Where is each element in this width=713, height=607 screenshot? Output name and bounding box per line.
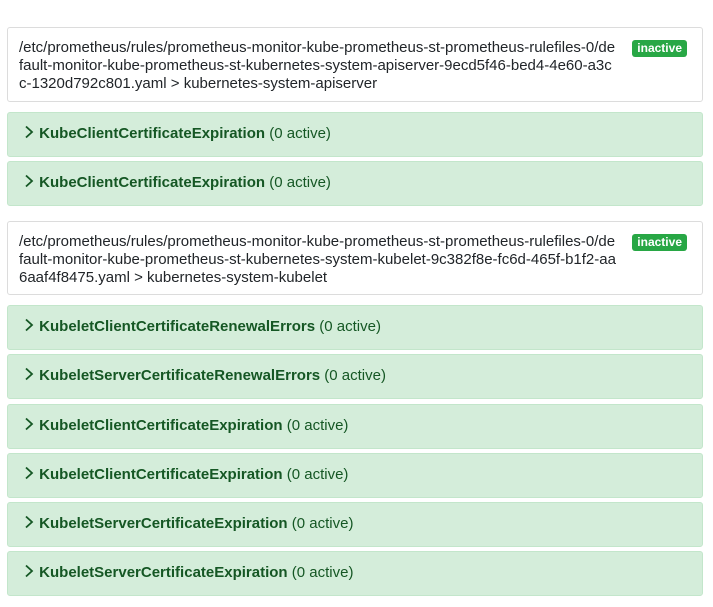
- chevron-right-icon: [25, 564, 34, 578]
- alert-rule-active-count: (0 active): [286, 417, 349, 434]
- alert-rule-active-count: (0 active): [269, 174, 331, 191]
- alert-rule-active-count: (0 active): [324, 367, 386, 384]
- chevron-right-icon: [25, 466, 34, 480]
- rule-file-path: /etc/prometheus/rules/prometheus-monitor…: [19, 39, 616, 92]
- alert-rule-name: KubeletClientCertificateExpiration: [39, 466, 283, 483]
- alert-rule-row[interactable]: KubeletServerCertificateRenewalErrors (0…: [7, 354, 703, 399]
- alert-rule-name: KubeClientCertificateExpiration: [39, 125, 266, 142]
- rule-group-header: /etc/prometheus/rules/prometheus-monitor…: [7, 221, 703, 295]
- alert-rule-name: KubeletClientCertificateRenewalErrors: [39, 318, 316, 335]
- alert-rule-row[interactable]: KubeletServerCertificateExpiration (0 ac…: [7, 502, 703, 547]
- rule-file-path: /etc/prometheus/rules/prometheus-monitor…: [19, 233, 616, 286]
- chevron-right-icon: [25, 125, 34, 139]
- rule-group-apiserver: /etc/prometheus/rules/prometheus-monitor…: [7, 27, 703, 102]
- alert-rule-row[interactable]: KubeletClientCertificateExpiration (0 ac…: [7, 453, 703, 498]
- chevron-right-icon: [25, 515, 34, 529]
- status-badge: inactive: [632, 234, 687, 251]
- alert-rule-active-count: (0 active): [291, 515, 354, 532]
- alert-rule-active-count: (0 active): [291, 564, 354, 581]
- alert-rule-row[interactable]: KubeletClientCertificateRenewalErrors (0…: [7, 305, 703, 350]
- chevron-right-icon: [25, 417, 34, 431]
- alerts-page: /etc/prometheus/rules/prometheus-monitor…: [0, 0, 713, 607]
- rule-group-header: /etc/prometheus/rules/prometheus-monitor…: [7, 27, 703, 102]
- alert-rule-name: KubeletServerCertificateRenewalErrors: [39, 367, 321, 384]
- alert-rule-row[interactable]: KubeClientCertificateExpiration (0 activ…: [7, 112, 703, 157]
- alert-rule-name: KubeClientCertificateExpiration: [39, 174, 266, 191]
- status-badge: inactive: [632, 40, 687, 57]
- alert-rule-active-count: (0 active): [269, 125, 331, 142]
- chevron-right-icon: [25, 174, 34, 188]
- alert-rule-active-count: (0 active): [286, 466, 349, 483]
- chevron-right-icon: [25, 318, 34, 332]
- alert-rule-row[interactable]: KubeClientCertificateExpiration (0 activ…: [7, 161, 703, 206]
- alert-rule-active-count: (0 active): [319, 318, 381, 335]
- chevron-right-icon: [25, 367, 34, 381]
- alert-rule-name: KubeletClientCertificateExpiration: [39, 417, 283, 434]
- alert-rule-row[interactable]: KubeletClientCertificateExpiration (0 ac…: [7, 404, 703, 449]
- alert-rule-name: KubeletServerCertificateExpiration: [39, 515, 288, 532]
- alert-rule-row[interactable]: KubeletServerCertificateExpiration (0 ac…: [7, 551, 703, 596]
- alert-rule-name: KubeletServerCertificateExpiration: [39, 564, 288, 581]
- rule-group-kubelet: /etc/prometheus/rules/prometheus-monitor…: [7, 221, 703, 295]
